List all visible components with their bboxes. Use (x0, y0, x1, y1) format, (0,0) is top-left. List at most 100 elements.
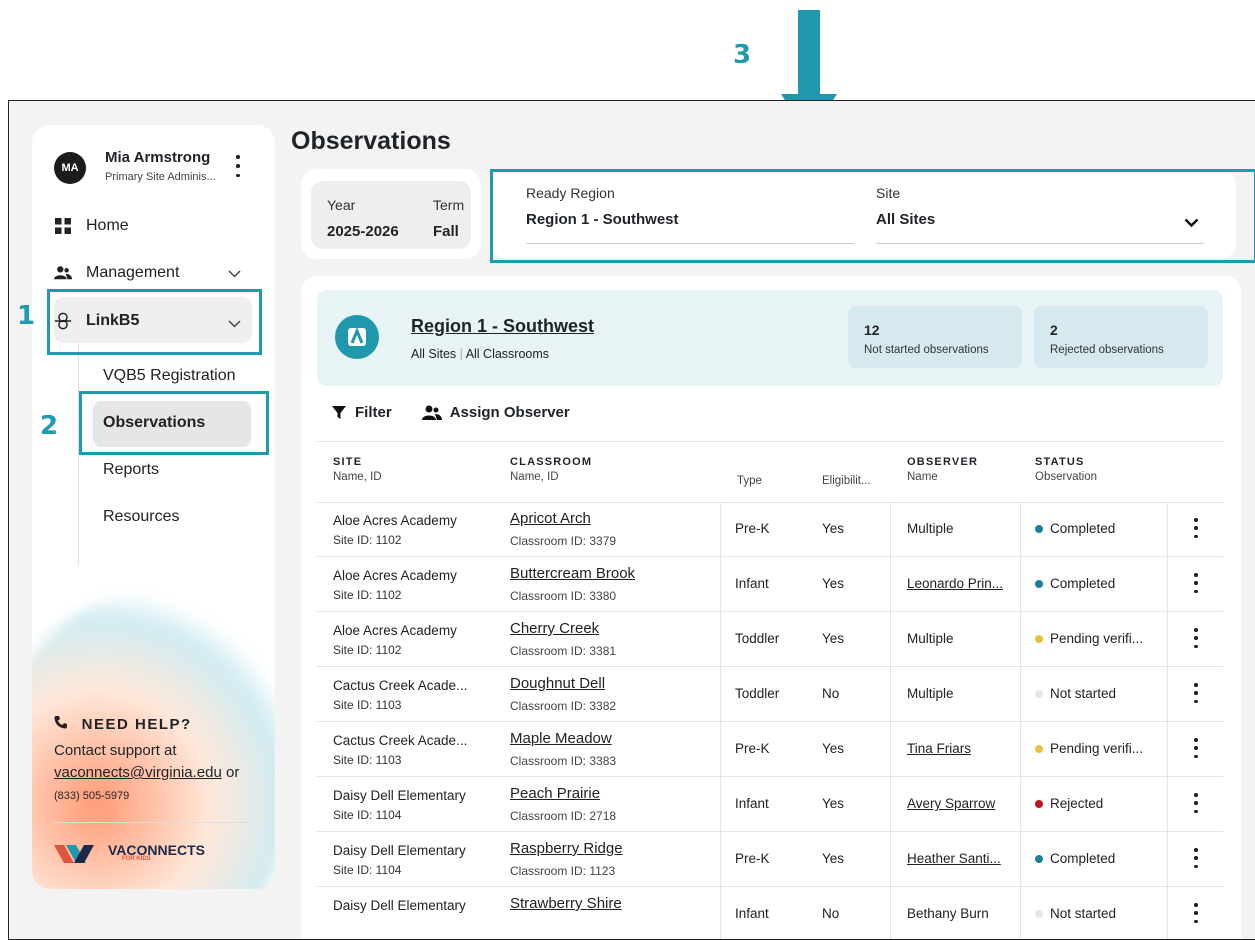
sidebar-subitem-vqb5-registration[interactable]: VQB5 Registration (103, 367, 236, 385)
site-name: Daisy Dell Elementary (333, 898, 466, 913)
sidebar-subitem-reports[interactable]: Reports (103, 461, 159, 479)
eligibility: Yes (822, 631, 845, 646)
column-divider (1167, 722, 1168, 776)
scope-sites: All Sites (411, 347, 457, 361)
observer-name: Bethany Burn (907, 906, 989, 921)
column-header-site[interactable]: SITE Name, ID (333, 456, 382, 483)
table-row[interactable]: Daisy Dell Elementary Site ID: 1104 Raspbe… (317, 832, 1223, 887)
filter-button[interactable]: Filter (331, 404, 392, 421)
row-menu-icon[interactable] (1193, 903, 1199, 923)
status-label: Completed (1050, 851, 1116, 866)
table-row[interactable]: Aloe Acres Academy Site ID: 1102 Buttercre… (317, 557, 1223, 612)
stat-value: 12 (864, 322, 880, 338)
status: Completed (1035, 576, 1115, 591)
classroom-type: Pre-K (735, 851, 770, 866)
callout-box-2 (79, 391, 269, 455)
table-row[interactable]: Cactus Creek Acade... Site ID: 1103 Maple … (317, 722, 1223, 777)
column-header-eligibility[interactable]: Eligibilit... (822, 475, 871, 487)
classroom-type: Infant (735, 796, 769, 811)
column-divider (1020, 887, 1021, 939)
row-menu-icon[interactable] (1193, 573, 1199, 593)
row-menu-icon[interactable] (1193, 683, 1199, 703)
observer-name[interactable]: Avery Sparrow (907, 796, 995, 811)
region-icon (335, 315, 379, 359)
help-title-text: NEED HELP? (81, 716, 192, 733)
status: Not started (1035, 906, 1116, 921)
stat-rejected[interactable]: 2 Rejected observations (1034, 306, 1208, 368)
column-header-status[interactable]: STATUS Observation (1035, 456, 1097, 483)
table-row[interactable]: Aloe Acres Academy Site ID: 1102 Apricot A… (317, 502, 1223, 557)
support-email-link[interactable]: vaconnects@virginia.edu (54, 764, 222, 781)
callout-number-2: 2 (40, 411, 59, 441)
column-divider (720, 502, 721, 556)
scope-classrooms: All Classrooms (465, 347, 550, 361)
row-menu-icon[interactable] (1193, 848, 1199, 868)
table-row[interactable]: Daisy Dell Elementary Strawberry Shire Inf… (317, 887, 1223, 939)
vaconnects-logo: VACONNECTS FOR KIDS (54, 841, 205, 865)
table-row[interactable]: Daisy Dell Elementary Site ID: 1104 Peach … (317, 777, 1223, 832)
status-dot-icon (1035, 910, 1043, 918)
callout-number-1: 1 (17, 301, 36, 331)
vaconnects-logo-mark-icon (54, 845, 94, 863)
chevron-down-icon[interactable] (228, 267, 241, 281)
site-id: Site ID: 1102 (333, 588, 402, 602)
year-term-panel: Year Term 2025-2026 Fall (301, 169, 481, 259)
row-menu-icon[interactable] (1193, 628, 1199, 648)
site-id: Site ID: 1104 (333, 863, 402, 877)
sidebar-item-management[interactable]: Management (54, 264, 254, 282)
observer-name[interactable]: Tina Friars (907, 741, 971, 756)
row-menu-icon[interactable] (1193, 518, 1199, 538)
column-divider (1167, 832, 1168, 886)
classroom-id: Classroom ID: 3379 (510, 534, 617, 548)
row-menu-icon[interactable] (1193, 738, 1199, 758)
eligibility: No (822, 906, 840, 921)
assign-observer-button[interactable]: Assign Observer (421, 404, 570, 421)
column-divider (1020, 777, 1021, 831)
classroom-link[interactable]: Apricot Arch (510, 510, 591, 527)
region-title-link[interactable]: Region 1 - Southwest (411, 316, 594, 337)
grid-icon (54, 218, 72, 234)
classroom-link[interactable]: Doughnut Dell (510, 675, 605, 692)
status-label: Completed (1050, 521, 1116, 536)
column-divider (720, 777, 721, 831)
column-header-classroom[interactable]: CLASSROOM Name, ID (510, 456, 592, 483)
classroom-link[interactable]: Maple Meadow (510, 730, 612, 747)
observer-name[interactable]: Leonardo Prin... (907, 576, 1003, 591)
status: Not started (1035, 686, 1116, 701)
status-dot-icon (1035, 635, 1043, 643)
classroom-link[interactable]: Peach Prairie (510, 785, 600, 802)
status-label: Pending verifi... (1050, 741, 1144, 756)
column-divider (890, 667, 891, 721)
classroom-type: Pre-K (735, 521, 770, 536)
column-divider (1167, 667, 1168, 721)
classroom-link[interactable]: Raspberry Ridge (510, 840, 623, 857)
help-text: Contact support at vaconnects@virginia.e… (54, 740, 274, 807)
column-divider (720, 832, 721, 886)
stat-label: Rejected observations (1050, 344, 1164, 356)
classroom-link[interactable]: Buttercream Brook (510, 565, 635, 582)
classroom-id: Classroom ID: 3382 (510, 699, 617, 713)
row-menu-icon[interactable] (1193, 793, 1199, 813)
observer-name[interactable]: Heather Santi... (907, 851, 1001, 866)
sidebar-item-home[interactable]: Home (54, 217, 129, 235)
year-term-selector[interactable]: Year Term 2025-2026 Fall (311, 181, 471, 249)
classroom-id: Classroom ID: 3383 (510, 754, 617, 768)
header-label: STATUS (1035, 456, 1085, 468)
term-label: Term (433, 197, 465, 213)
table-row[interactable]: Cactus Creek Acade... Site ID: 1103 Doughn… (317, 667, 1223, 722)
avatar[interactable]: MA (54, 152, 86, 184)
site-id: Site ID: 1103 (333, 698, 402, 712)
term-value: Fall (433, 223, 459, 240)
column-divider (1020, 722, 1021, 776)
table-row[interactable]: Aloe Acres Academy Site ID: 1102 Cherry Cr… (317, 612, 1223, 667)
column-header-type[interactable]: Type (737, 475, 762, 487)
user-name: Mia Armstrong (105, 149, 211, 166)
classroom-id: Classroom ID: 3381 (510, 644, 617, 658)
classroom-link[interactable]: Strawberry Shire (510, 895, 622, 912)
classroom-link[interactable]: Cherry Creek (510, 620, 599, 637)
column-divider (890, 557, 891, 611)
sidebar-subitem-resources[interactable]: Resources (103, 508, 179, 526)
column-header-observer[interactable]: OBSERVER Name (907, 456, 978, 483)
user-menu-icon[interactable] (232, 155, 244, 177)
stat-not-started[interactable]: 12 Not started observations (848, 306, 1022, 368)
